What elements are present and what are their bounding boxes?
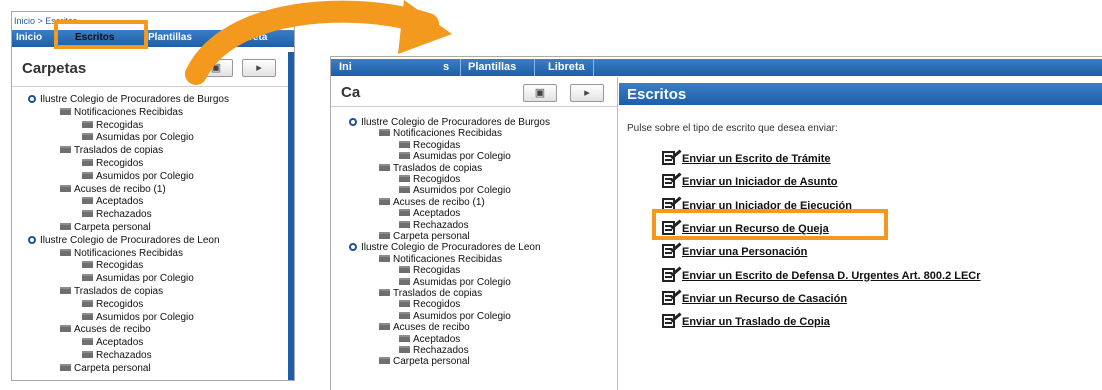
tutorial-composite: Inicio > Escritos Inicio Escritos Planti… xyxy=(0,0,1102,390)
curved-arrow-icon xyxy=(185,0,452,85)
